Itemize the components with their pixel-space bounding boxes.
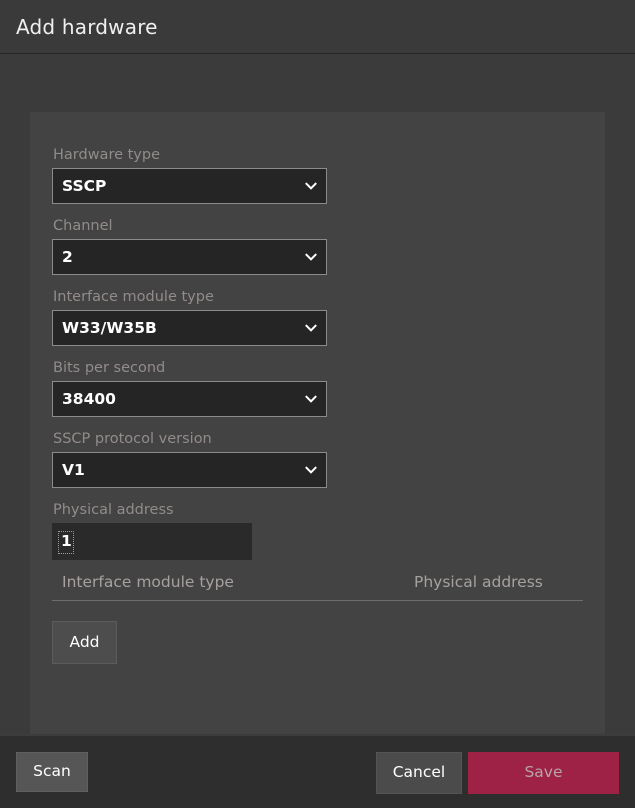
- titlebar: Add hardware: [0, 0, 635, 54]
- hardware-type-value: SSCP: [52, 168, 327, 204]
- label-physical-address: Physical address: [53, 502, 174, 518]
- label-sscp-protocol-version: SSCP protocol version: [53, 431, 212, 447]
- physical-address-input[interactable]: [52, 523, 252, 560]
- sscp-protocol-version-select[interactable]: V1: [52, 452, 327, 488]
- channel-select[interactable]: 2: [52, 239, 327, 275]
- label-hardware-type: Hardware type: [53, 147, 161, 163]
- table-header-row: Interface module type Physical address: [52, 573, 583, 601]
- scan-button[interactable]: Scan: [16, 752, 88, 792]
- field-physical-address: Physical address: [52, 501, 583, 560]
- hardware-type-select[interactable]: SSCP: [52, 168, 327, 204]
- label-interface-module-type: Interface module type: [53, 289, 214, 305]
- page-title: Add hardware: [16, 14, 158, 39]
- save-button[interactable]: Save: [468, 751, 619, 794]
- dialog-footer: Scan Cancel Save: [0, 735, 635, 808]
- footer-actions: Cancel Save: [376, 736, 619, 808]
- sscp-protocol-version-value: V1: [52, 452, 327, 488]
- add-button[interactable]: Add: [52, 621, 117, 664]
- dialog-content: Hardware type SSCP Channel 2 Interface m…: [0, 54, 635, 735]
- physical-address-focus-ring: [52, 523, 252, 560]
- bits-per-second-value: 38400: [52, 381, 327, 417]
- interface-module-type-value: W33/W35B: [52, 310, 327, 346]
- bits-per-second-select[interactable]: 38400: [52, 381, 327, 417]
- column-header-physical-address: Physical address: [414, 573, 543, 591]
- field-hardware-type: Hardware type SSCP: [52, 146, 583, 204]
- channel-value: 2: [52, 239, 327, 275]
- field-sscp-protocol-version: SSCP protocol version V1: [52, 430, 583, 488]
- field-interface-module-type: Interface module type W33/W35B: [52, 288, 583, 346]
- field-channel: Channel 2: [52, 217, 583, 275]
- label-bits-per-second: Bits per second: [53, 360, 166, 376]
- column-header-interface-module-type: Interface module type: [62, 573, 234, 591]
- cancel-button[interactable]: Cancel: [376, 751, 462, 794]
- interface-module-type-select[interactable]: W33/W35B: [52, 310, 327, 346]
- label-channel: Channel: [53, 218, 113, 234]
- field-bits-per-second: Bits per second 38400: [52, 359, 583, 417]
- hardware-form-card: Hardware type SSCP Channel 2 Interface m…: [30, 112, 605, 734]
- hardware-table: Interface module type Physical address: [52, 573, 583, 601]
- add-hardware-dialog: Add hardware Hardware type SSCP Channel …: [0, 0, 635, 808]
